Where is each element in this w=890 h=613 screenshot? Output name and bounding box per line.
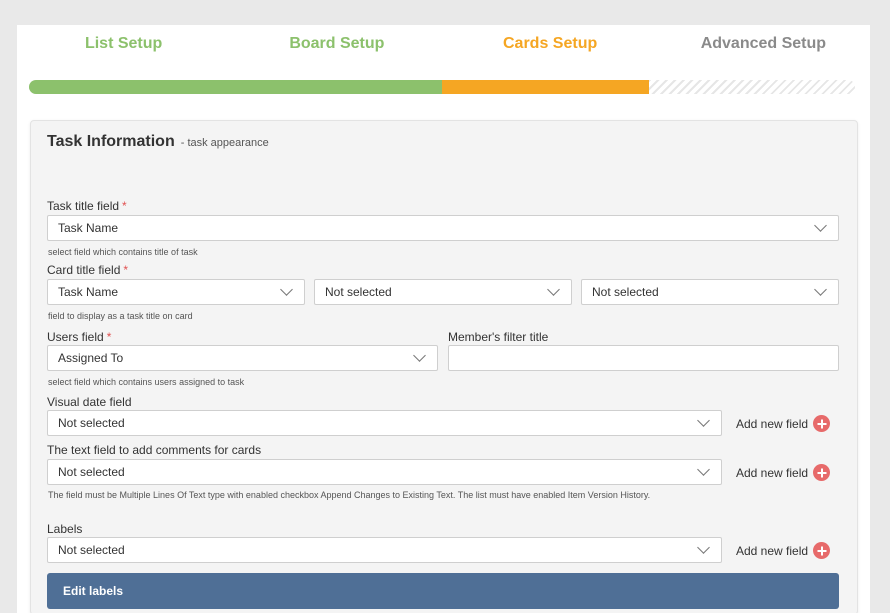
member-filter-title-label: Member's filter title (448, 330, 549, 344)
task-title-label-text: Task title field (47, 199, 120, 213)
progress-current (442, 80, 649, 94)
card-title-value-1: Task Name (58, 285, 119, 299)
users-hint: select field which contains users assign… (48, 377, 245, 387)
required-marker: * (106, 330, 112, 344)
chevron-down-icon (547, 283, 560, 296)
visual-date-add-new-field[interactable]: Add new field (736, 415, 831, 432)
setup-page: List Setup Board Setup Cards Setup Advan… (17, 25, 870, 613)
comments-value: Not selected (58, 465, 125, 479)
task-title-field-label: Task title field * (47, 199, 127, 213)
plus-circle-icon[interactable] (813, 542, 831, 559)
card-title-select-1[interactable]: Task Name (47, 279, 305, 305)
comments-field-label: The text field to add comments for cards (47, 443, 262, 457)
task-title-hint: select field which contains title of tas… (48, 247, 198, 257)
labels-add-new-field[interactable]: Add new field (736, 542, 831, 559)
chevron-down-icon (814, 219, 827, 232)
step-board-setup[interactable]: Board Setup (230, 25, 443, 65)
comments-select[interactable]: Not selected (47, 459, 722, 485)
chevron-down-icon (697, 414, 710, 427)
chevron-down-icon (280, 283, 293, 296)
step-cards-setup[interactable]: Cards Setup (444, 25, 657, 65)
visual-date-field-label: Visual date field (47, 395, 132, 409)
task-information-panel: Task Information - task appearance Task t… (30, 120, 858, 613)
card-title-select-3[interactable]: Not selected (581, 279, 839, 305)
plus-circle-icon[interactable] (813, 464, 831, 481)
step-list-setup[interactable]: List Setup (17, 25, 230, 65)
chevron-down-icon (697, 463, 710, 476)
edit-labels-button[interactable]: Edit labels (47, 573, 839, 609)
labels-select[interactable]: Not selected (47, 537, 722, 563)
labels-value: Not selected (58, 543, 125, 557)
card-title-field-label: Card title field * (47, 263, 128, 277)
member-filter-title-input[interactable] (448, 345, 839, 371)
chevron-down-icon (814, 283, 827, 296)
labels-field-label: Labels (47, 522, 83, 536)
users-value: Assigned To (58, 351, 124, 365)
task-title-value: Task Name (58, 221, 119, 235)
comments-hint: The field must be Multiple Lines Of Text… (48, 490, 651, 500)
chevron-down-icon (413, 349, 426, 362)
wizard-progress-bar (29, 80, 855, 94)
visual-date-select[interactable]: Not selected (47, 410, 722, 436)
step-advanced-setup[interactable]: Advanced Setup (657, 25, 870, 65)
card-title-hint: field to display as a task title on card (48, 311, 193, 321)
card-title-value-3: Not selected (592, 285, 659, 299)
card-title-value-2: Not selected (325, 285, 392, 299)
visual-date-value: Not selected (58, 416, 125, 430)
comments-add-new-field[interactable]: Add new field (736, 464, 831, 481)
card-title-select-2[interactable]: Not selected (314, 279, 572, 305)
add-new-field-label: Add new field (736, 416, 809, 431)
panel-subtitle: - task appearance (180, 137, 269, 149)
panel-title-text: Task Information (47, 133, 175, 150)
plus-circle-icon[interactable] (813, 415, 831, 432)
users-select[interactable]: Assigned To (47, 345, 438, 371)
chevron-down-icon (697, 541, 710, 554)
panel-title: Task Information - task appearance (47, 133, 269, 151)
wizard-steps: List Setup Board Setup Cards Setup Advan… (17, 25, 870, 65)
task-title-select[interactable]: Task Name (47, 215, 839, 241)
required-marker: * (122, 199, 127, 213)
progress-completed (29, 80, 442, 94)
required-marker: * (123, 263, 129, 277)
users-field-label: Users field * (47, 330, 111, 344)
card-title-label-text: Card title field (47, 263, 121, 277)
add-new-field-label: Add new field (736, 543, 809, 558)
users-label-text: Users field (47, 330, 104, 344)
add-new-field-label: Add new field (736, 465, 809, 480)
